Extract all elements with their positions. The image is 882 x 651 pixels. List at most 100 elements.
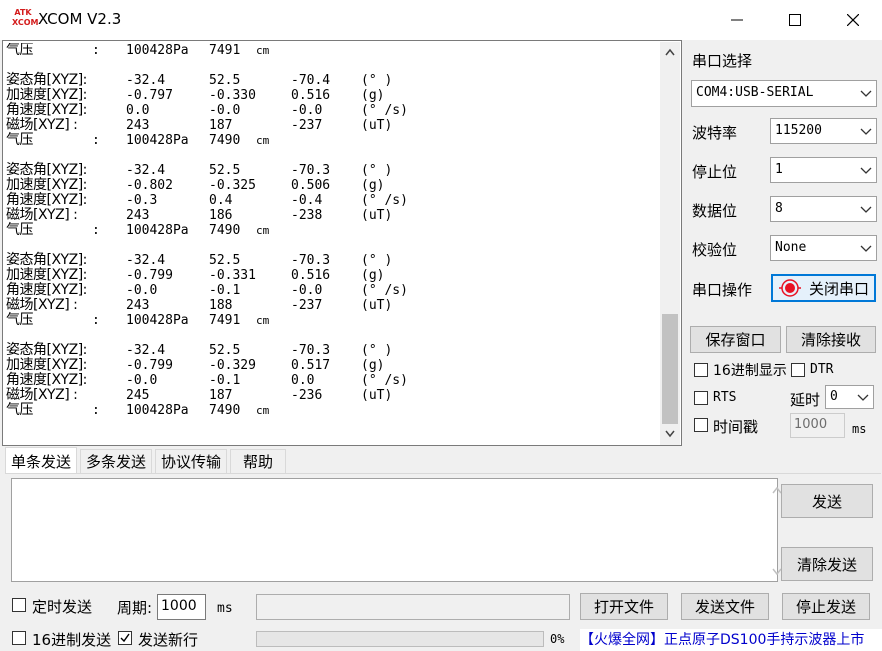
- value-z: 0.517: [291, 358, 331, 373]
- maximize-button[interactable]: [766, 0, 824, 40]
- value-y: 187: [209, 118, 233, 133]
- line-unit: (g): [361, 358, 385, 373]
- value-x: 0.0: [126, 103, 150, 118]
- hex-send-checkbox[interactable]: [12, 631, 26, 645]
- line-label: 角速度[XYZ]:: [6, 372, 87, 388]
- hex-display-checkbox[interactable]: [694, 363, 708, 377]
- line-separator: :: [92, 403, 100, 418]
- line-unit: (g): [361, 178, 385, 193]
- chevron-down-icon: [857, 394, 869, 401]
- value-y: -0.325: [209, 178, 256, 193]
- baud-rate-select[interactable]: 115200: [770, 118, 877, 144]
- dtr-label: DTR: [810, 362, 834, 377]
- line-label: 姿态角[XYZ]:: [6, 72, 87, 88]
- port-select[interactable]: COM4:USB-SERIAL: [691, 80, 877, 107]
- line-label: 加速度[XYZ]:: [6, 267, 87, 283]
- clear-receive-button[interactable]: 清除接收: [786, 326, 876, 353]
- rts-label: RTS: [713, 390, 737, 405]
- receive-line: 姿态角[XYZ]: -32.4 52.5 -70.3 (° ): [6, 163, 656, 179]
- value-y: 7490: [209, 133, 241, 148]
- value-y: 188: [209, 298, 233, 313]
- save-window-button[interactable]: 保存窗口: [690, 326, 781, 353]
- file-path-field[interactable]: [256, 594, 570, 620]
- parity-select[interactable]: None: [770, 235, 877, 261]
- clear-send-button[interactable]: 清除发送: [781, 547, 873, 581]
- timed-send-checkbox[interactable]: [12, 598, 26, 612]
- chevron-down-icon: [860, 90, 872, 97]
- line-label: 气压: [6, 43, 34, 58]
- receive-line: 气压: 100428Pa 7490 cm: [6, 402, 656, 419]
- send-progress-bar: [256, 631, 544, 647]
- send-file-button[interactable]: 发送文件: [681, 593, 769, 620]
- scroll-up-icon[interactable]: [665, 48, 675, 56]
- delay-select[interactable]: 0: [825, 385, 874, 409]
- tab-protocol[interactable]: 协议传输: [155, 449, 227, 473]
- line-unit: (uT): [361, 118, 393, 133]
- ad-link[interactable]: 【火爆全网】正点原子DS100手持示波器上市: [580, 629, 882, 651]
- line-unit: (uT): [361, 298, 393, 313]
- scroll-down-icon[interactable]: [665, 430, 675, 438]
- scroll-thumb[interactable]: [662, 314, 678, 424]
- line-unit: (° ): [361, 73, 393, 88]
- tab-multi-send[interactable]: 多条发送: [80, 449, 152, 473]
- stop-bits-select[interactable]: 1: [770, 157, 877, 183]
- value-x: 100428Pa: [126, 223, 189, 238]
- line-unit: (g): [361, 88, 385, 103]
- close-port-button[interactable]: 关闭串口: [771, 274, 876, 302]
- line-label: 角速度[XYZ]:: [6, 192, 87, 208]
- chevron-down-icon: [860, 206, 872, 213]
- value-y: 52.5: [209, 253, 241, 268]
- line-label: 磁场[XYZ] :: [6, 387, 78, 403]
- line-unit: (° /s): [361, 283, 408, 298]
- period-input[interactable]: 1000: [157, 594, 206, 620]
- rts-checkbox[interactable]: [694, 391, 708, 405]
- stop-bits-value: 1: [775, 162, 783, 177]
- send-input[interactable]: [11, 478, 782, 582]
- line-label: 气压: [6, 402, 34, 418]
- receive-line: 磁场[XYZ] : 243 188 -237 (uT): [6, 298, 656, 314]
- stop-send-button[interactable]: 停止发送: [782, 593, 870, 620]
- receive-scrollbar[interactable]: [660, 42, 680, 445]
- value-y: 52.5: [209, 163, 241, 178]
- value-y: -0.1: [209, 373, 241, 388]
- value-y: -0.1: [209, 283, 241, 298]
- timestamp-checkbox[interactable]: [694, 418, 708, 432]
- dtr-checkbox[interactable]: [791, 363, 805, 377]
- close-window-button[interactable]: [824, 0, 882, 40]
- value-x: -0.3: [126, 193, 158, 208]
- value-z: -0.4: [291, 193, 323, 208]
- hex-display-label: 16进制显示: [713, 363, 787, 379]
- receive-area[interactable]: 气压: 100428Pa 7491 cm 姿态角[XYZ]: -32.4 52.5 -70.4…: [2, 40, 682, 446]
- line-unit: (° /s): [361, 103, 408, 118]
- record-indicator-icon: [779, 279, 801, 297]
- line-label: 角速度[XYZ]:: [6, 102, 87, 118]
- line-unit: cm: [256, 44, 270, 57]
- value-x: -0.802: [126, 178, 173, 193]
- receive-line: 姿态角[XYZ]: -32.4 52.5 -70.4 (° ): [6, 72, 656, 89]
- value-x: -32.4: [126, 343, 166, 358]
- timestamp-label: 时间戳: [713, 418, 759, 436]
- send-button[interactable]: 发送: [781, 484, 873, 518]
- line-label: 磁场[XYZ] :: [6, 117, 78, 133]
- line-unit: (° ): [361, 163, 393, 178]
- value-x: 243: [126, 208, 150, 223]
- value-z: -0.0: [291, 283, 323, 298]
- send-newline-checkbox[interactable]: [118, 631, 132, 645]
- baud-rate-value: 115200: [775, 123, 822, 138]
- line-unit: cm: [256, 134, 270, 147]
- timestamp-interval-input[interactable]: 1000: [790, 413, 845, 438]
- value-z: -238: [291, 208, 323, 223]
- tab-single-send[interactable]: 单条发送: [5, 447, 77, 474]
- line-unit: (uT): [361, 208, 393, 223]
- logo-text-bottom: XCOM: [12, 18, 39, 27]
- tab-help[interactable]: 帮助: [230, 449, 286, 473]
- value-z: -0.0: [291, 103, 323, 118]
- line-label: 加速度[XYZ]:: [6, 177, 87, 193]
- data-bits-select[interactable]: 8: [770, 196, 877, 222]
- line-unit: (° ): [361, 343, 393, 358]
- open-file-button[interactable]: 打开文件: [580, 593, 668, 620]
- minimize-button[interactable]: [708, 0, 766, 40]
- chevron-down-icon: [860, 167, 872, 174]
